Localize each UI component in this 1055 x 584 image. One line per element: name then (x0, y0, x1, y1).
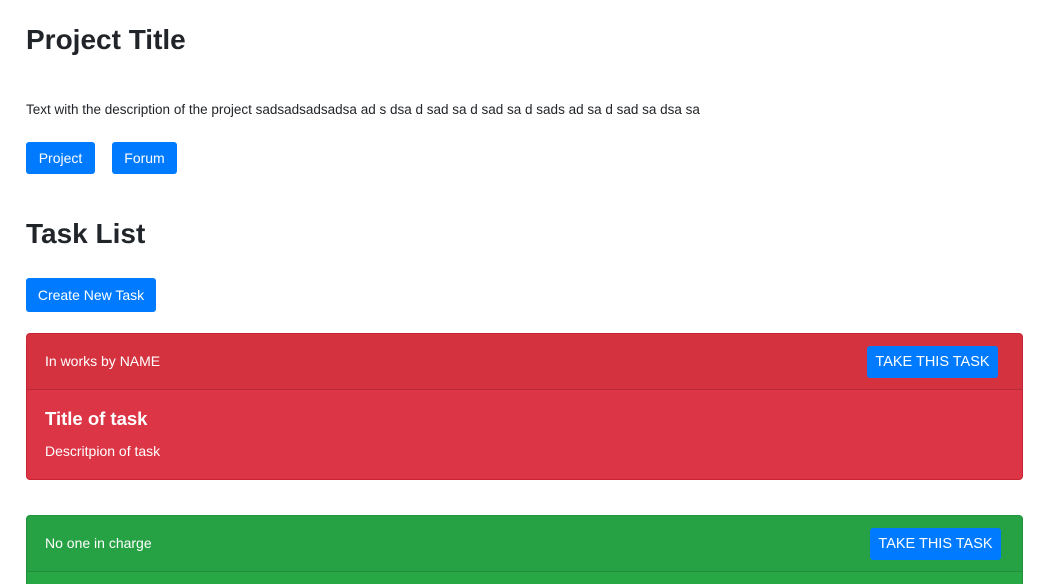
task-card-header: No one in charge TAKE THIS TASK (27, 516, 1022, 572)
task-status: No one in charge (45, 535, 152, 551)
project-description: Text with the description of the project… (26, 102, 700, 117)
forum-button[interactable]: Forum (112, 142, 177, 174)
project-button[interactable]: Project (26, 142, 95, 174)
task-card: In works by NAME TAKE THIS TASK Title of… (26, 333, 1023, 480)
create-new-task-button[interactable]: Create New Task (26, 278, 156, 312)
task-status: In works by NAME (45, 353, 161, 369)
task-title: Title of task (45, 408, 148, 429)
take-task-button[interactable]: TAKE THIS TASK (870, 528, 1001, 560)
task-list-title: Task List (26, 218, 146, 249)
project-title: Project Title (26, 24, 186, 55)
task-card-header: In works by NAME TAKE THIS TASK (27, 334, 1022, 390)
task-description: Descritpion of task (45, 443, 161, 459)
task-card: No one in charge TAKE THIS TASK (26, 515, 1023, 584)
take-task-button[interactable]: TAKE THIS TASK (867, 346, 998, 378)
page: Project Title Text with the description … (0, 0, 1055, 584)
